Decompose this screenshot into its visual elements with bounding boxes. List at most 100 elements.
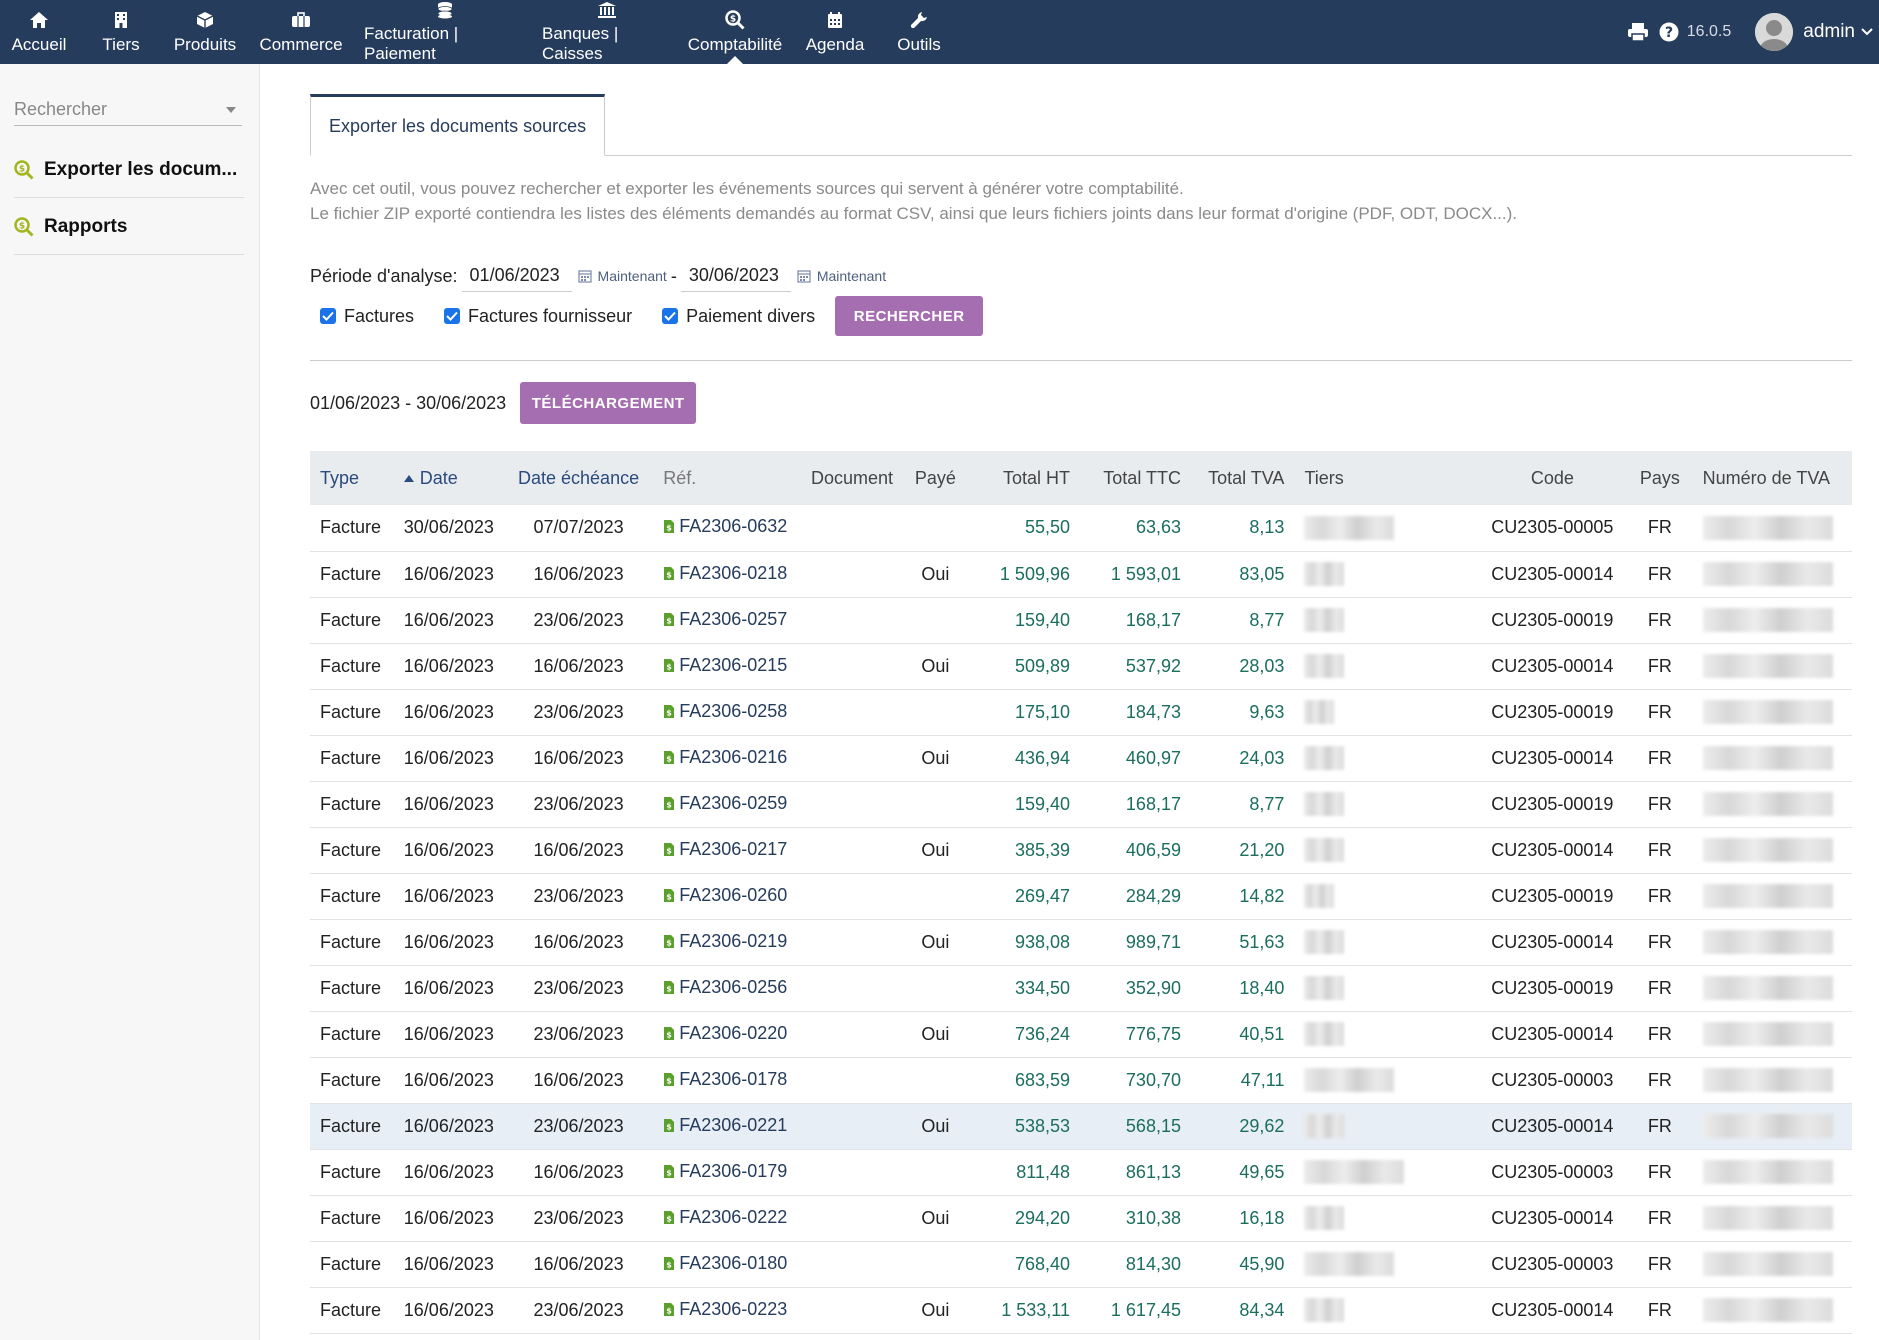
nav-item-comptabilité[interactable]: $ Comptabilité	[680, 0, 790, 64]
cell-tiers	[1294, 1057, 1478, 1104]
cell-vat-number	[1692, 597, 1852, 644]
invoice-ref-link[interactable]: $ FA2306-0216	[663, 747, 787, 768]
nav-item-banques-caisses[interactable]: Banques | Caisses	[534, 0, 680, 64]
cell-country: FR	[1627, 551, 1693, 598]
cell-document	[800, 919, 905, 966]
nav-item-label: Agenda	[805, 35, 865, 54]
cell-total-ttc: 730,70	[1080, 1057, 1191, 1104]
invoice-ref-link[interactable]: $ FA2306-0218	[663, 563, 787, 584]
cell-ref: $ FA2306-0223	[653, 1287, 801, 1334]
invoice-ref-link[interactable]: $ FA2306-0259	[663, 793, 787, 814]
cell-type: Facture	[310, 735, 394, 782]
date-start-input[interactable]	[461, 260, 572, 292]
cell-document	[800, 1011, 905, 1058]
sidebar-item-rapports[interactable]: $ Rapports	[14, 199, 244, 255]
invoice-ref-link[interactable]: $ FA2306-0178	[663, 1069, 787, 1090]
nav-item-facturation-paiement[interactable]: Facturation | Paiement	[356, 0, 534, 64]
sidebar-item-export[interactable]: $ Exporter les docum...	[14, 142, 244, 198]
cell-code: CU2305-00014	[1477, 551, 1628, 598]
cell-code: CU2305-00014	[1477, 1195, 1628, 1242]
cell-due-date: 16/06/2023	[503, 919, 654, 966]
col-header-due-date[interactable]: Date échéance	[503, 451, 654, 505]
invoice-ref-link[interactable]: $ FA2306-0215	[663, 655, 787, 676]
now-end-link[interactable]: Maintenant	[797, 268, 886, 284]
redacted-tiers	[1304, 1206, 1345, 1230]
description-line: Avec cet outil, vous pouvez rechercher e…	[310, 179, 1184, 198]
invoice-ref-link[interactable]: $ FA2306-0256	[663, 977, 787, 998]
printer-icon[interactable]	[1627, 22, 1649, 42]
cell-document	[800, 643, 905, 690]
cell-paid	[904, 1149, 966, 1196]
cell-country: FR	[1627, 1149, 1693, 1196]
cell-code: CU2305-00014	[1477, 919, 1628, 966]
file-invoice-icon: $	[663, 750, 675, 765]
table-row: Facture 16/06/2023 23/06/2023 $ FA2306-0223 O…	[310, 1287, 1852, 1334]
invoice-ref-link[interactable]: $ FA2306-0258	[663, 701, 787, 722]
invoice-ref-link[interactable]: $ FA2306-0632	[663, 516, 787, 537]
avatar[interactable]	[1755, 13, 1794, 51]
invoice-ref-link[interactable]: $ FA2306-0219	[663, 931, 787, 952]
checkbox-factures[interactable]: Factures	[310, 306, 414, 327]
help-icon[interactable]: ?	[1659, 22, 1679, 42]
nav-item-produits[interactable]: Produits	[164, 0, 246, 64]
sidebar-search-select[interactable]: Rechercher	[14, 94, 242, 126]
redacted-tiers	[1304, 515, 1395, 540]
cell-due-date: 23/06/2023	[503, 597, 654, 644]
check-icon[interactable]	[444, 308, 461, 324]
search-dollar-icon: $	[725, 9, 745, 31]
file-invoice-icon: $	[663, 888, 675, 903]
col-header-date[interactable]: Date	[393, 451, 504, 505]
cell-due-date: 16/06/2023	[503, 551, 654, 598]
nav-item-outils[interactable]: Outils	[880, 0, 958, 64]
invoice-ref-link[interactable]: $ FA2306-0221	[663, 1115, 787, 1136]
date-end-input[interactable]	[680, 260, 791, 292]
user-name[interactable]: admin	[1803, 21, 1855, 43]
nav-item-tiers[interactable]: Tiers	[78, 0, 164, 64]
results-table: Type Date Date échéance Réf. Document Pa…	[310, 451, 1852, 1334]
invoice-ref-link[interactable]: $ FA2306-0179	[663, 1161, 787, 1182]
col-header-type[interactable]: Type	[310, 451, 394, 505]
nav-item-commerce[interactable]: Commerce	[246, 0, 356, 64]
cell-type: Facture	[310, 597, 394, 644]
file-invoice-icon: $	[663, 1026, 675, 1041]
invoice-ref-link[interactable]: $ FA2306-0220	[663, 1023, 787, 1044]
cell-tiers	[1294, 1241, 1478, 1288]
search-button[interactable]: RECHERCHER	[835, 296, 984, 336]
nav-item-label: Facturation | Paiement	[364, 24, 459, 63]
cell-ref: $ FA2306-0260	[653, 873, 801, 920]
invoice-ref-link[interactable]: $ FA2306-0260	[663, 885, 787, 906]
cell-total-tva: 84,34	[1190, 1287, 1295, 1334]
calendar-icon	[577, 269, 592, 283]
invoice-ref-link[interactable]: $ FA2306-0180	[663, 1253, 787, 1274]
now-start-link[interactable]: Maintenant	[577, 268, 667, 284]
cell-country: FR	[1627, 735, 1693, 782]
cell-country: FR	[1627, 1195, 1693, 1242]
cell-code: CU2305-00019	[1477, 965, 1628, 1012]
check-icon[interactable]	[320, 308, 336, 324]
invoice-ref-label: FA2306-0257	[679, 608, 788, 629]
redacted-vat-number	[1702, 1160, 1833, 1184]
redacted-tiers	[1304, 562, 1345, 586]
cell-document	[800, 1057, 905, 1104]
invoice-ref-link[interactable]: $ FA2306-0222	[663, 1207, 787, 1228]
checkbox-factures-fournisseur[interactable]: Factures fournisseur	[434, 306, 632, 327]
chevron-down-icon[interactable]	[1861, 28, 1873, 36]
now-label: Maintenant	[816, 268, 887, 284]
download-button[interactable]: TÉLÉCHARGEMENT	[520, 382, 697, 424]
tab-export-documents[interactable]: Exporter les documents sources	[310, 94, 606, 156]
invoice-ref-label: FA2306-0178	[679, 1068, 788, 1089]
nav-item-accueil[interactable]: Accueil	[0, 0, 78, 64]
nav-item-agenda[interactable]: Agenda	[790, 0, 880, 64]
invoice-ref-link[interactable]: $ FA2306-0223	[663, 1299, 787, 1320]
file-invoice-icon: $	[663, 1118, 675, 1133]
cell-due-date: 16/06/2023	[503, 1057, 654, 1104]
invoice-ref-link[interactable]: $ FA2306-0257	[663, 609, 787, 630]
invoice-ref-link[interactable]: $ FA2306-0217	[663, 839, 787, 860]
cell-paid	[904, 597, 966, 644]
cell-total-ttc: 168,17	[1080, 597, 1191, 644]
cell-tiers	[1294, 1195, 1478, 1242]
check-icon[interactable]	[662, 308, 679, 324]
cell-total-tva: 47,11	[1190, 1057, 1295, 1104]
file-invoice-icon: $	[663, 1072, 675, 1087]
checkbox-paiement-divers[interactable]: Paiement divers	[652, 306, 815, 327]
